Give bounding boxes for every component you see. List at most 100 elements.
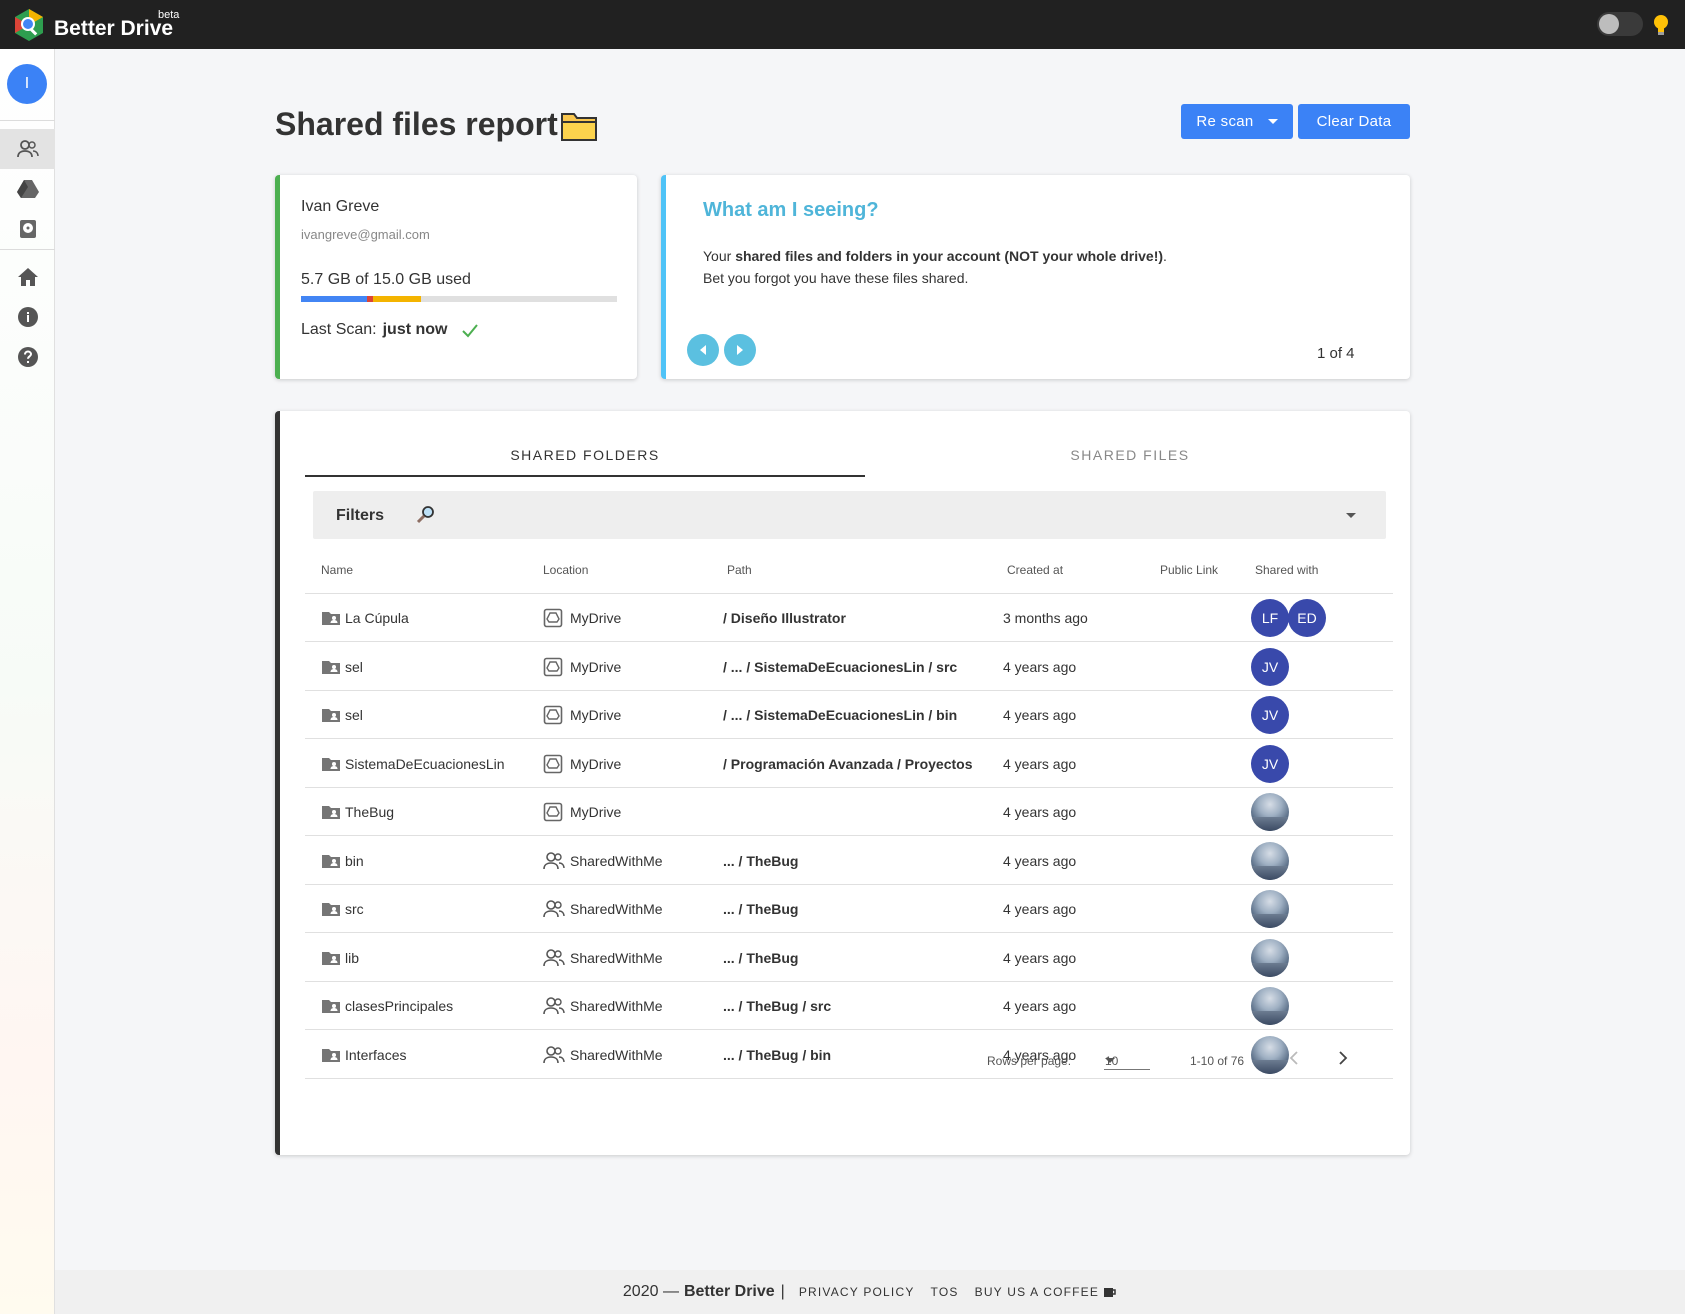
sidebar-item-shared[interactable] [0,129,55,169]
sidebar-item-home[interactable] [0,257,55,297]
table-row[interactable]: sel MyDrive / ... / SistemaDeEcuacionesLin… [305,691,1393,739]
shared-with-list [1251,934,1289,982]
shared-user-avatar[interactable] [1251,890,1289,928]
rescan-button[interactable]: Re scan [1181,104,1293,139]
rows-per-page-select[interactable]: 10 [1104,1048,1150,1070]
folder-name[interactable]: sel [345,691,363,739]
sidebar-divider [0,249,55,250]
table-row[interactable]: clasesPrincipales SharedWithMe ... / TheBu… [305,982,1393,1030]
chevron-down-icon [1105,1058,1115,1063]
folder-name[interactable]: lib [345,934,359,982]
shared-with-list [1251,885,1289,933]
chevron-down-icon [1346,513,1356,518]
folder-path: ... / TheBug [723,949,799,966]
tab-shared-folders[interactable]: Shared Folders [305,447,865,463]
shared-user-avatar[interactable] [1251,1035,1289,1074]
shared-user-avatar[interactable]: JV [1251,696,1289,734]
sidebar-divider [0,120,55,121]
carousel-prev-button[interactable] [687,334,719,366]
footer-separator: | [780,1283,785,1300]
sidebar-item-about[interactable] [0,297,55,337]
chevron-left-icon[interactable] [1289,1051,1299,1065]
shared-with-list [1251,788,1289,836]
col-header-name[interactable]: Name [321,563,353,577]
shared-user-avatar[interactable] [1251,938,1289,977]
col-header-path[interactable]: Path [727,563,752,577]
table-row[interactable]: lib SharedWithMe ... / TheBug 4 years ago [305,934,1393,982]
filters-panel[interactable]: Filters [313,491,1386,539]
table-row[interactable]: sel MyDrive / ... / SistemaDeEcuacionesLin… [305,643,1393,691]
sidebar-item-drive[interactable] [0,169,55,209]
info-text-bold: shared files and folders in your account… [735,248,1164,264]
folder-name[interactable]: Interfaces [345,1031,406,1079]
privacy-policy-link[interactable]: Privacy Policy [799,1285,915,1299]
app-brand[interactable]: Better Drive [54,17,173,41]
folder-path: / Diseño Illustrator [723,610,846,626]
folder-created: 4 years ago [1003,707,1077,723]
last-scan-label: Last Scan: [301,321,377,338]
folder-icon-cell [321,982,341,1030]
lightbulb-icon [1654,15,1668,35]
folder-path: / ... / SistemaDeEcuacionesLin / bin [723,707,958,723]
folder-name[interactable]: bin [345,837,364,885]
folder-icon-cell [321,837,341,885]
toggle-knob [1599,14,1619,34]
shared-user-avatar[interactable]: ED [1288,599,1326,637]
table-row[interactable]: SistemaDeEcuacionesLin MyDrive / Programac… [305,740,1393,788]
col-header-location[interactable]: Location [543,563,588,577]
people-icon [543,900,565,918]
folder-created: 4 years ago [1003,901,1077,917]
shared-with-list: JV [1251,740,1289,788]
shared-folder-icon [322,806,340,819]
help-icon [17,347,38,367]
col-header-created[interactable]: Created at [1007,563,1063,577]
folder-name[interactable]: clasesPrincipales [345,982,453,1030]
people-icon [543,851,565,869]
shared-with-list: JV [1251,691,1289,739]
location-icon-cell [543,837,565,885]
location-icon-cell [543,740,563,788]
col-header-public-link[interactable]: Public Link [1160,563,1218,577]
shared-user-avatar[interactable] [1251,987,1289,1025]
carousel-counter: 1 of 4 [1317,345,1355,362]
folder-name[interactable]: sel [345,643,363,691]
shared-user-avatar[interactable]: JV [1251,744,1289,783]
folder-name[interactable]: La Cúpula [345,594,409,642]
folder-created: 4 years ago [1003,755,1077,772]
folder-name[interactable]: src [345,885,364,933]
table-row[interactable]: TheBug MyDrive 4 years ago [305,788,1393,836]
app-logo-icon[interactable] [12,8,46,42]
table-row[interactable]: src SharedWithMe ... / TheBug 4 years ago [305,885,1393,933]
folder-name[interactable]: SistemaDeEcuacionesLin [345,740,505,788]
shared-user-avatar[interactable] [1251,793,1289,831]
shared-user-avatar[interactable]: JV [1251,647,1289,686]
sidebar-item-storage[interactable] [0,209,55,249]
sidebar-item-help[interactable] [0,337,55,377]
storage-bar-drive [301,296,367,302]
google-drive-icon [16,180,39,198]
buy-coffee-link[interactable]: Buy us a coffee [975,1285,1099,1299]
footer-year: 2020 — [622,1283,679,1300]
chevron-right-icon[interactable] [1338,1051,1348,1065]
shared-with-list: JV [1251,643,1289,691]
tos-link[interactable]: TOS [931,1285,959,1299]
clear-data-button[interactable]: Clear Data [1298,104,1410,139]
storage-usage: 5.7 GB of 15.0 GB used [301,271,471,288]
shared-user-avatar[interactable]: LF [1251,599,1289,637]
user-avatar[interactable]: I [7,64,47,104]
user-name: Ivan Greve [301,198,380,215]
info-text: Your [703,248,736,264]
table-row[interactable]: La Cúpula MyDrive / Diseño Illustrator 3 mo… [305,594,1393,642]
carousel-next-button[interactable] [724,334,756,366]
shared-user-avatar[interactable] [1251,841,1289,880]
folder-name[interactable]: TheBug [345,788,394,836]
folder-path: ... / TheBug / src [723,998,832,1014]
shared-items-card: Shared Folders Shared Files Filters Name… [275,411,1410,1155]
folder-location: SharedWithMe [570,1046,663,1063]
theme-toggle[interactable] [1597,12,1643,36]
tab-shared-files[interactable]: Shared Files [865,447,1395,463]
col-header-shared-with[interactable]: Shared with [1255,563,1318,577]
shared-folder-icon [322,854,340,868]
location-icon-cell [543,594,563,642]
table-row[interactable]: bin SharedWithMe ... / TheBug 4 years ago [305,837,1393,885]
